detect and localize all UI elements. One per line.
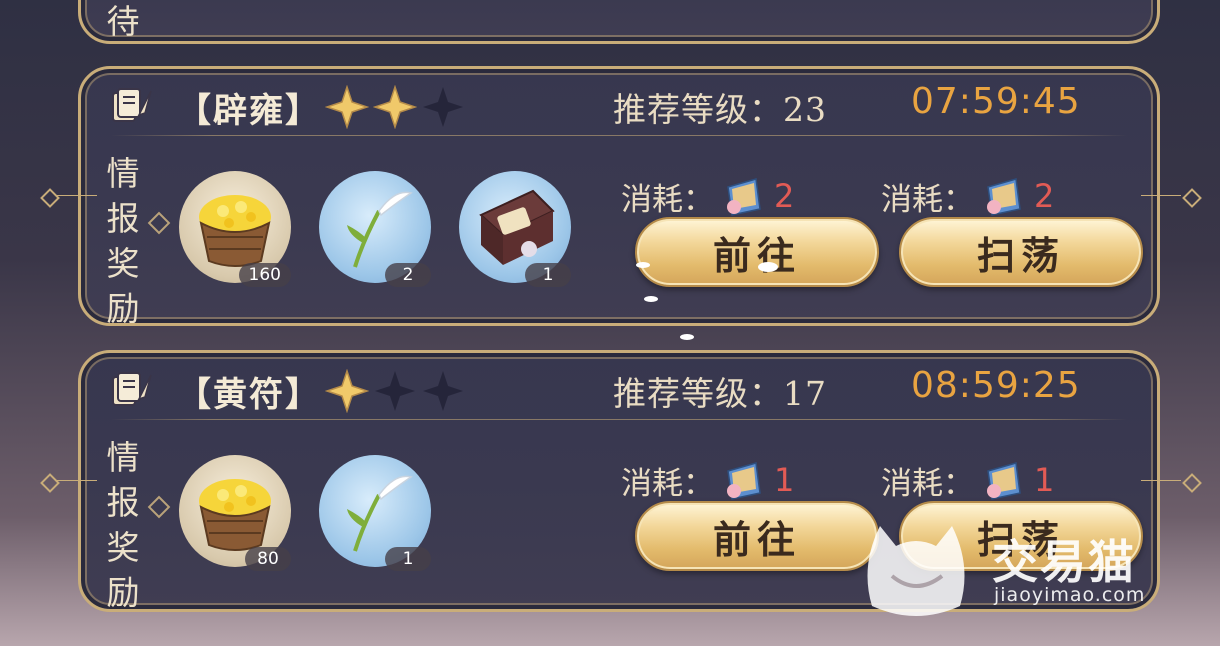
star-empty-icon (423, 371, 463, 411)
reward-label-char: 待 (106, 2, 140, 41)
difficulty-stars (325, 85, 465, 129)
cost-amount: 2 (774, 177, 795, 215)
petal-particle (680, 334, 694, 340)
cost-amount: 2 (1034, 177, 1055, 215)
watermark: 交易猫 jiaoyimao.com (852, 506, 1172, 626)
star-filled-icon (325, 85, 369, 129)
ticket-icon (987, 462, 1021, 500)
reward-label-char: 励 (106, 289, 140, 328)
task-card-partial: 待 (78, 0, 1160, 44)
side-ornament-icon (1141, 183, 1203, 209)
reward-label-partial: 待 (103, 0, 143, 44)
cost-label: 消耗： (881, 465, 974, 502)
reward-label-char: 情 (106, 438, 140, 477)
star-filled-icon (373, 85, 417, 129)
watermark-url: jiaoyimao.com (994, 584, 1146, 606)
book-quill-icon (112, 372, 152, 406)
ticket-icon (727, 462, 761, 500)
star-filled-icon (325, 369, 369, 413)
reward-quantity: 1 (385, 547, 431, 571)
recommended-level: 推荐等级：17 (613, 374, 827, 413)
go-button[interactable]: 前往 (635, 501, 879, 571)
cost-go: 消耗： 2 (621, 173, 794, 219)
star-empty-icon (423, 87, 463, 127)
side-ornament-icon (35, 468, 97, 494)
reward-item[interactable]: 2 (319, 171, 431, 287)
side-ornament-icon (1141, 468, 1203, 494)
header-divider (111, 135, 1127, 136)
petal-particle (758, 262, 778, 272)
recommended-level: 推荐等级：23 (613, 90, 827, 129)
countdown-timer: 07:59:45 (911, 81, 1081, 122)
reward-quantity: 160 (238, 263, 291, 287)
reward-item[interactable]: 160 (179, 171, 291, 287)
reward-quantity: 1 (525, 263, 571, 287)
difficulty-stars (325, 369, 465, 413)
reward-item[interactable]: 1 (319, 455, 431, 571)
watermark-brand: 交易猫 (992, 535, 1136, 589)
reward-label: 情 报 奖 励 (103, 151, 143, 331)
cost-amount: 1 (774, 461, 795, 499)
reward-quantity: 80 (245, 547, 291, 571)
petal-particle (636, 262, 650, 268)
reward-label-char: 励 (106, 573, 140, 612)
diamond-ornament-icon (147, 211, 171, 235)
task-list: 待 【辟雍】 推荐等级：23 07:59:45 情 报 奖 励 160 2 1 … (0, 0, 1220, 646)
cost-sweep: 消耗： 1 (881, 457, 1054, 503)
star-empty-icon (375, 371, 415, 411)
task-card-piyong: 【辟雍】 推荐等级：23 07:59:45 情 报 奖 励 160 2 1 消耗… (57, 66, 1181, 328)
reward-label-char: 报 (106, 199, 140, 238)
petal-particle (644, 296, 658, 302)
reward-label-char: 奖 (106, 528, 140, 567)
cost-amount: 1 (1034, 461, 1055, 499)
reward-label-char: 情 (106, 154, 140, 193)
ticket-icon (727, 178, 761, 216)
task-title: 【辟雍】 (177, 91, 321, 131)
countdown-timer: 08:59:25 (911, 365, 1081, 406)
sweep-button[interactable]: 扫荡 (899, 217, 1143, 287)
reward-item[interactable]: 1 (459, 171, 571, 287)
cost-label: 消耗： (621, 465, 714, 502)
cat-logo-icon (867, 526, 965, 616)
reward-label-char: 报 (106, 483, 140, 522)
cost-sweep: 消耗： 2 (881, 173, 1054, 219)
header-divider (111, 419, 1127, 420)
reward-quantity: 2 (385, 263, 431, 287)
reward-label: 情 报 奖 励 (103, 435, 143, 615)
cost-go: 消耗： 1 (621, 457, 794, 503)
reward-item[interactable]: 80 (179, 455, 291, 571)
cost-label: 消耗： (881, 181, 974, 218)
cost-label: 消耗： (621, 181, 714, 218)
reward-label-char: 奖 (106, 244, 140, 283)
book-quill-icon (112, 88, 152, 122)
go-button[interactable]: 前往 (635, 217, 879, 287)
side-ornament-icon (35, 183, 97, 209)
ticket-icon (987, 178, 1021, 216)
diamond-ornament-icon (147, 495, 171, 519)
task-title: 【黄符】 (177, 375, 321, 415)
